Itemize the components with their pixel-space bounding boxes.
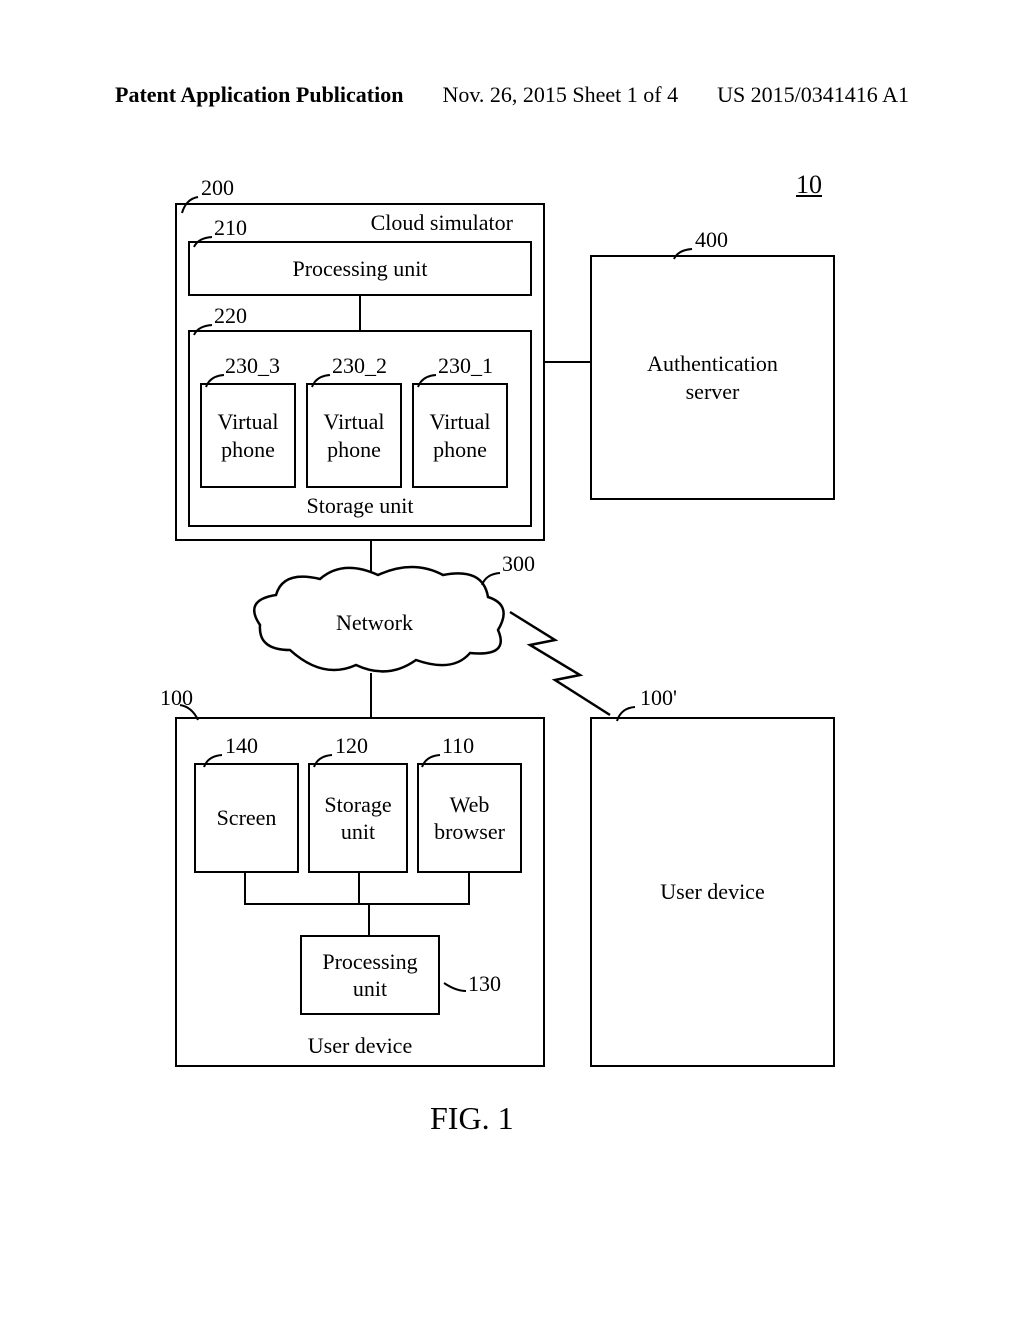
ref-vp1: 230_1 xyxy=(438,353,493,379)
block-vp2: Virtual phone xyxy=(306,383,402,488)
ref-storage-user: 120 xyxy=(335,733,368,759)
screen-text: Screen xyxy=(217,804,277,832)
block-vp1: Virtual phone xyxy=(412,383,508,488)
auth-server-text: Authentication server xyxy=(647,350,778,405)
block-proc-unit-cloud: Processing unit xyxy=(188,241,532,296)
lead-100p xyxy=(615,697,639,721)
lead-220 xyxy=(192,313,214,335)
conn-sim-net xyxy=(370,541,372,571)
proc-unit-user-text: Processing unit xyxy=(322,948,417,1003)
header-left: Patent Application Publication xyxy=(115,82,403,108)
network-text: Network xyxy=(336,610,413,636)
lead-210 xyxy=(192,225,214,247)
ref-vp2: 230_2 xyxy=(332,353,387,379)
bus-down xyxy=(368,903,370,935)
block-proc-unit-user: Processing unit xyxy=(300,935,440,1015)
lead-2302 xyxy=(310,365,332,387)
cloud-simulator-title: Cloud simulator xyxy=(371,209,513,237)
block-screen: Screen xyxy=(194,763,299,873)
lead-110 xyxy=(420,745,442,767)
ref-proc-cloud: 210 xyxy=(214,215,247,241)
bus-v1 xyxy=(244,873,246,903)
ref-system: 10 xyxy=(796,170,822,200)
user-device-2-text: User device xyxy=(660,878,764,906)
ref-auth: 400 xyxy=(695,227,728,253)
lead-400 xyxy=(672,237,694,259)
user-device-1-text: User device xyxy=(308,1032,412,1060)
lead-300 xyxy=(480,563,502,585)
vp2-text: Virtual phone xyxy=(324,408,385,463)
conn-proc-storage xyxy=(359,296,361,330)
page-header: Patent Application Publication Nov. 26, … xyxy=(0,82,1024,108)
wireless-icon xyxy=(500,600,630,720)
storage-unit-cloud-text: Storage unit xyxy=(307,492,414,520)
conn-net-user1 xyxy=(370,673,372,717)
block-auth-server: Authentication server xyxy=(590,255,835,500)
block-storage-small: Storage unit xyxy=(308,763,408,873)
lead-200 xyxy=(180,185,200,215)
lead-2303 xyxy=(204,365,226,387)
bus-h xyxy=(244,903,470,905)
block-web-browser: Web browser xyxy=(417,763,522,873)
lead-140 xyxy=(202,745,224,767)
ref-proc-user: 130 xyxy=(468,971,501,997)
lead-100 xyxy=(178,695,200,720)
lead-120 xyxy=(312,745,334,767)
ref-cloud-sim: 200 xyxy=(201,175,234,201)
lead-130 xyxy=(442,975,466,993)
bus-v2 xyxy=(358,873,360,903)
ref-vp3: 230_3 xyxy=(225,353,280,379)
vp1-text: Virtual phone xyxy=(430,408,491,463)
ref-web: 110 xyxy=(442,733,474,759)
conn-cloud-auth xyxy=(545,361,590,363)
proc-unit-cloud-text: Processing unit xyxy=(292,255,427,283)
bus-v3 xyxy=(468,873,470,903)
ref-user2: 100' xyxy=(640,685,677,711)
figure-caption: FIG. 1 xyxy=(430,1100,514,1137)
block-vp3: Virtual phone xyxy=(200,383,296,488)
ref-screen: 140 xyxy=(225,733,258,759)
storage-small-text: Storage unit xyxy=(324,791,391,846)
header-center: Nov. 26, 2015 Sheet 1 of 4 xyxy=(442,82,678,108)
ref-storage-cloud: 220 xyxy=(214,303,247,329)
patent-page: Patent Application Publication Nov. 26, … xyxy=(0,0,1024,1320)
header-right: US 2015/0341416 A1 xyxy=(717,82,909,108)
diagram-figure-1: 10 Cloud simulator 200 Processing unit 2… xyxy=(120,155,900,1155)
block-user-device-2: User device xyxy=(590,717,835,1067)
lead-2301 xyxy=(416,365,438,387)
ref-network: 300 xyxy=(502,551,535,577)
vp3-text: Virtual phone xyxy=(218,408,279,463)
web-browser-text: Web browser xyxy=(434,791,505,846)
